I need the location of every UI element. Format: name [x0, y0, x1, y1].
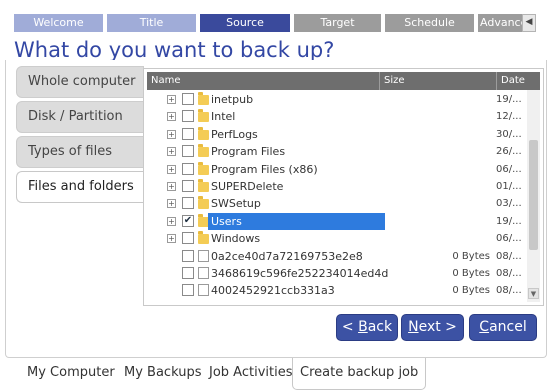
row-date: 19/... [496, 215, 522, 227]
row-name: 3468619c596fe252234014ed4d [211, 267, 389, 280]
row-name: SWSetup [211, 197, 261, 211]
tab-create-backup-job[interactable]: Create backup job [292, 358, 427, 390]
cancel-button[interactable]: Cancel [469, 314, 537, 341]
row-date: 26/... [496, 146, 522, 158]
row-size [397, 161, 490, 178]
column-size[interactable]: Size [380, 72, 497, 90]
step-welcome[interactable]: Welcome [14, 14, 103, 32]
row-checkbox[interactable] [182, 180, 194, 192]
folder-row[interactable]: + SWSetup 03/... [147, 195, 527, 212]
wizard-steps: Welcome Title Source Target Schedule Adv… [14, 14, 538, 34]
row-size: 0 Bytes [452, 285, 490, 297]
option-files-and-folders[interactable]: Files and folders [16, 171, 145, 203]
row-name: PerfLogs [211, 127, 258, 141]
row-date: 08/... [496, 268, 522, 279]
tab-job-activities[interactable]: Job Activities [202, 358, 299, 388]
expand-icon[interactable]: + [167, 199, 176, 209]
row-date: 01/... [496, 181, 522, 192]
scrollbar-thumb[interactable] [529, 140, 538, 250]
file-tree-panel: Name Size Date + inetpub 19/... + Intel 12/..… [143, 68, 544, 306]
expand-icon[interactable]: + [167, 95, 176, 104]
row-checkbox[interactable] [182, 249, 194, 262]
column-name[interactable]: Name [147, 72, 380, 90]
tab-my-backups[interactable]: My Backups [117, 358, 208, 388]
scroll-down-icon[interactable]: ▼ [528, 288, 539, 299]
option-disk-partition[interactable]: Disk / Partition [16, 101, 144, 133]
step-title[interactable]: Title [107, 14, 196, 32]
row-name: Windows [211, 232, 261, 246]
row-checkbox[interactable] [182, 127, 194, 140]
row-name: 4002452921ccb331a3 [211, 284, 335, 298]
file-row[interactable]: 4002452921ccb331a3 0 Bytes 08/... [147, 282, 527, 299]
row-checkbox[interactable] [182, 197, 194, 210]
vertical-scrollbar[interactable]: ▼ [527, 90, 540, 302]
expand-icon[interactable]: + [167, 112, 176, 122]
row-name: Users [208, 212, 385, 230]
folder-row[interactable]: + Program Files 26/... [147, 143, 527, 160]
row-size [397, 230, 490, 247]
grid-header: Name Size Date [147, 72, 540, 90]
row-checkbox[interactable] [182, 162, 194, 175]
option-types-of-files[interactable]: Types of files [16, 136, 144, 168]
expand-icon[interactable]: + [167, 234, 176, 244]
row-checkbox[interactable] [182, 145, 194, 158]
back-button[interactable]: < Back [336, 314, 398, 341]
expand-icon[interactable]: + [167, 164, 176, 174]
row-name: SUPERDelete [211, 180, 284, 193]
expand-icon[interactable]: + [167, 216, 176, 226]
row-checkbox[interactable] [182, 267, 194, 279]
row-size [397, 213, 490, 230]
folder-row[interactable]: + PerfLogs 30/... [147, 126, 527, 143]
row-size [397, 108, 490, 125]
expand-icon[interactable]: + [167, 147, 176, 157]
row-checkbox[interactable] [182, 284, 194, 297]
step-source[interactable]: Source [200, 14, 290, 32]
row-date: 08/... [496, 250, 522, 262]
row-size [397, 143, 490, 160]
folder-row[interactable]: + inetpub 19/... [147, 91, 527, 108]
file-row[interactable]: 3468619c596fe252234014ed4d 0 Bytes 08/... [147, 265, 527, 282]
row-date: 19/... [496, 94, 522, 105]
row-size [397, 91, 490, 108]
tab-my-computer[interactable]: My Computer [20, 358, 122, 388]
row-checkbox[interactable] [182, 93, 194, 105]
row-date: 03/... [496, 198, 522, 210]
row-size [397, 195, 490, 212]
next-button[interactable]: Next > [401, 314, 464, 341]
folder-row[interactable]: + ✔ Users 19/... [147, 212, 527, 230]
page-title: What do you want to back up? [14, 38, 335, 62]
row-size: 0 Bytes [452, 268, 490, 279]
row-checkbox[interactable]: ✔ [182, 214, 194, 227]
row-date: 06/... [496, 233, 522, 245]
row-name: Program Files [211, 145, 286, 159]
step-target[interactable]: Target [294, 14, 381, 32]
expand-icon[interactable]: + [167, 182, 176, 191]
step-schedule[interactable]: Schedule [385, 14, 474, 32]
row-date: 06/... [496, 163, 522, 175]
row-date: 08/... [496, 285, 522, 297]
chevron-left-icon[interactable]: ◀ [522, 14, 536, 32]
folder-row[interactable]: + Intel 12/... [147, 108, 527, 125]
row-size: 0 Bytes [452, 250, 490, 262]
folder-row[interactable]: + Windows 06/... [147, 230, 527, 247]
step-advanced[interactable]: Advance [478, 14, 524, 32]
row-name: 0a2ce40d7a72169753e2e8 [211, 249, 363, 263]
folder-row[interactable]: + Program Files (x86) 06/... [147, 161, 527, 178]
folder-row[interactable]: + SUPERDelete 01/... [147, 178, 527, 195]
expand-icon[interactable]: + [167, 129, 176, 139]
row-checkbox[interactable] [182, 232, 194, 245]
row-date: 12/... [496, 111, 522, 123]
column-date[interactable]: Date [497, 72, 540, 90]
option-whole-computer[interactable]: Whole computer [16, 66, 144, 98]
row-name: Program Files (x86) [211, 162, 318, 176]
row-name: Intel [211, 110, 236, 124]
row-name: inetpub [211, 93, 254, 106]
row-date: 30/... [496, 128, 522, 140]
row-checkbox[interactable] [182, 110, 194, 123]
row-size [397, 126, 490, 143]
row-size [397, 178, 490, 195]
file-row[interactable]: 0a2ce40d7a72169753e2e8 0 Bytes 08/... [147, 248, 527, 265]
bottom-tabs: My Computer My Backups Job Activities Cr… [0, 358, 550, 392]
